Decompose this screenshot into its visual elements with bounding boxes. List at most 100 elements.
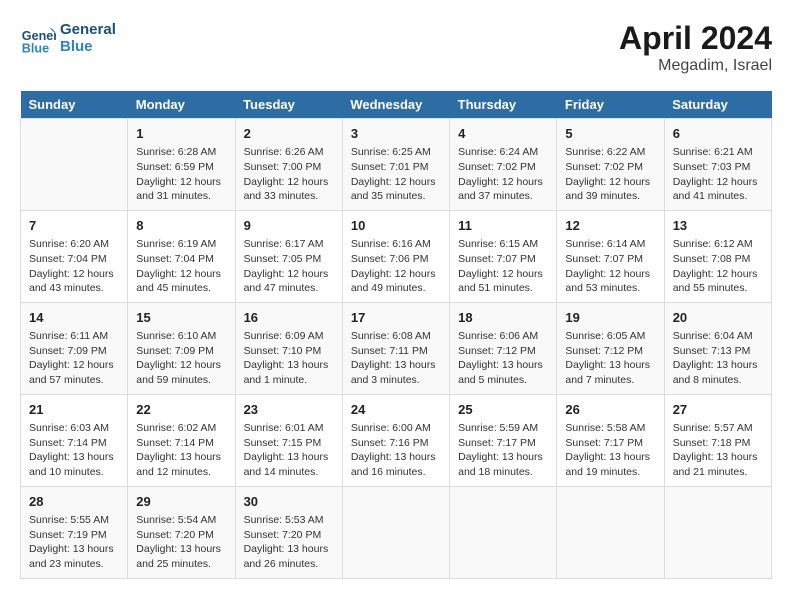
calendar-cell: 1 Sunrise: 6:28 AMSunset: 6:59 PMDaylight… bbox=[128, 119, 235, 211]
day-number: 18 bbox=[458, 309, 548, 327]
calendar-cell: 17Sunrise: 6:08 AMSunset: 7:11 PMDayligh… bbox=[342, 302, 449, 394]
day-number: 27 bbox=[673, 401, 763, 419]
day-of-week-header: Saturday bbox=[664, 91, 771, 119]
day-info: Sunrise: 6:09 AMSunset: 7:10 PMDaylight:… bbox=[244, 329, 334, 388]
calendar-cell: 3Sunrise: 6:25 AMSunset: 7:01 PMDaylight… bbox=[342, 119, 449, 211]
day-info: Sunrise: 5:55 AMSunset: 7:19 PMDaylight:… bbox=[29, 513, 119, 572]
day-info: Sunrise: 6:15 AMSunset: 7:07 PMDaylight:… bbox=[458, 237, 548, 296]
logo-icon: General Blue bbox=[20, 20, 56, 56]
day-info: Sunrise: 6:26 AMSunset: 7:00 PMDaylight:… bbox=[244, 145, 334, 204]
calendar-cell: 21 Sunrise: 6:03 AMSunset: 7:14 PMDayligh… bbox=[21, 394, 128, 486]
svg-text:Blue: Blue bbox=[22, 41, 49, 55]
day-number: 14 bbox=[29, 309, 119, 327]
day-number: 1 bbox=[136, 125, 226, 143]
day-number: 30 bbox=[244, 493, 334, 511]
day-info: Sunrise: 5:57 AMSunset: 7:18 PMDaylight:… bbox=[673, 421, 763, 480]
day-info: Sunrise: 6:03 AMSunset: 7:14 PMDaylight:… bbox=[29, 421, 119, 480]
calendar-week-row: 14 Sunrise: 6:11 AMSunset: 7:09 PMDayligh… bbox=[21, 302, 772, 394]
day-number: 21 bbox=[29, 401, 119, 419]
month-title: April 2024 bbox=[619, 20, 772, 57]
day-number: 23 bbox=[244, 401, 334, 419]
calendar-cell: 30 Sunrise: 5:53 AMSunset: 7:20 PMDayligh… bbox=[235, 486, 342, 578]
calendar-cell: 4 Sunrise: 6:24 AMSunset: 7:02 PMDaylight… bbox=[450, 119, 557, 211]
day-info: Sunrise: 6:17 AMSunset: 7:05 PMDaylight:… bbox=[244, 237, 334, 296]
day-number: 20 bbox=[673, 309, 763, 327]
day-number: 9 bbox=[244, 217, 334, 235]
day-number: 22 bbox=[136, 401, 226, 419]
calendar-cell bbox=[557, 486, 664, 578]
calendar-cell: 18 Sunrise: 6:06 AMSunset: 7:12 PMDayligh… bbox=[450, 302, 557, 394]
calendar-cell: 12 Sunrise: 6:14 AMSunset: 7:07 PMDayligh… bbox=[557, 210, 664, 302]
calendar-cell: 10 Sunrise: 6:16 AMSunset: 7:06 PMDayligh… bbox=[342, 210, 449, 302]
day-number: 5 bbox=[565, 125, 655, 143]
day-info: Sunrise: 5:54 AMSunset: 7:20 PMDaylight:… bbox=[136, 513, 226, 572]
day-number: 2 bbox=[244, 125, 334, 143]
logo: General Blue General Blue bbox=[20, 20, 116, 56]
logo-text-blue: Blue bbox=[60, 38, 116, 55]
day-info: Sunrise: 6:28 AMSunset: 6:59 PMDaylight:… bbox=[136, 145, 226, 204]
day-info: Sunrise: 6:05 AMSunset: 7:12 PMDaylight:… bbox=[565, 329, 655, 388]
calendar-cell: 6 Sunrise: 6:21 AMSunset: 7:03 PMDaylight… bbox=[664, 119, 771, 211]
day-info: Sunrise: 6:16 AMSunset: 7:06 PMDaylight:… bbox=[351, 237, 441, 296]
calendar-cell bbox=[21, 119, 128, 211]
calendar-cell: 8 Sunrise: 6:19 AMSunset: 7:04 PMDaylight… bbox=[128, 210, 235, 302]
day-info: Sunrise: 6:24 AMSunset: 7:02 PMDaylight:… bbox=[458, 145, 548, 204]
day-info: Sunrise: 6:06 AMSunset: 7:12 PMDaylight:… bbox=[458, 329, 548, 388]
calendar-cell: 19 Sunrise: 6:05 AMSunset: 7:12 PMDayligh… bbox=[557, 302, 664, 394]
day-number: 25 bbox=[458, 401, 548, 419]
day-info: Sunrise: 6:19 AMSunset: 7:04 PMDaylight:… bbox=[136, 237, 226, 296]
calendar-cell: 22 Sunrise: 6:02 AMSunset: 7:14 PMDayligh… bbox=[128, 394, 235, 486]
calendar-title-block: April 2024 Megadim, Israel bbox=[619, 20, 772, 75]
calendar-cell: 5Sunrise: 6:22 AMSunset: 7:02 PMDaylight… bbox=[557, 119, 664, 211]
calendar-cell: 25Sunrise: 5:59 AMSunset: 7:17 PMDayligh… bbox=[450, 394, 557, 486]
day-number: 26 bbox=[565, 401, 655, 419]
calendar-cell: 13Sunrise: 6:12 AMSunset: 7:08 PMDayligh… bbox=[664, 210, 771, 302]
calendar-cell: 9 Sunrise: 6:17 AMSunset: 7:05 PMDaylight… bbox=[235, 210, 342, 302]
day-info: Sunrise: 5:58 AMSunset: 7:17 PMDaylight:… bbox=[565, 421, 655, 480]
calendar-body: 1 Sunrise: 6:28 AMSunset: 6:59 PMDaylight… bbox=[21, 119, 772, 579]
calendar-week-row: 21 Sunrise: 6:03 AMSunset: 7:14 PMDayligh… bbox=[21, 394, 772, 486]
day-number: 4 bbox=[458, 125, 548, 143]
day-info: Sunrise: 6:00 AMSunset: 7:16 PMDaylight:… bbox=[351, 421, 441, 480]
calendar-cell: 24 Sunrise: 6:00 AMSunset: 7:16 PMDayligh… bbox=[342, 394, 449, 486]
day-info: Sunrise: 6:20 AMSunset: 7:04 PMDaylight:… bbox=[29, 237, 119, 296]
calendar-cell: 27 Sunrise: 5:57 AMSunset: 7:18 PMDayligh… bbox=[664, 394, 771, 486]
calendar-week-row: 1 Sunrise: 6:28 AMSunset: 6:59 PMDaylight… bbox=[21, 119, 772, 211]
location-title: Megadim, Israel bbox=[619, 57, 772, 75]
day-info: Sunrise: 6:02 AMSunset: 7:14 PMDaylight:… bbox=[136, 421, 226, 480]
calendar-cell: 16 Sunrise: 6:09 AMSunset: 7:10 PMDayligh… bbox=[235, 302, 342, 394]
day-number: 7 bbox=[29, 217, 119, 235]
calendar-cell: 20 Sunrise: 6:04 AMSunset: 7:13 PMDayligh… bbox=[664, 302, 771, 394]
day-number: 19 bbox=[565, 309, 655, 327]
calendar-cell: 23Sunrise: 6:01 AMSunset: 7:15 PMDayligh… bbox=[235, 394, 342, 486]
day-info: Sunrise: 6:21 AMSunset: 7:03 PMDaylight:… bbox=[673, 145, 763, 204]
day-of-week-header: Sunday bbox=[21, 91, 128, 119]
day-number: 28 bbox=[29, 493, 119, 511]
calendar-week-row: 7 Sunrise: 6:20 AMSunset: 7:04 PMDaylight… bbox=[21, 210, 772, 302]
calendar-cell: 7 Sunrise: 6:20 AMSunset: 7:04 PMDaylight… bbox=[21, 210, 128, 302]
day-number: 10 bbox=[351, 217, 441, 235]
day-number: 13 bbox=[673, 217, 763, 235]
day-number: 16 bbox=[244, 309, 334, 327]
day-info: Sunrise: 6:04 AMSunset: 7:13 PMDaylight:… bbox=[673, 329, 763, 388]
day-number: 29 bbox=[136, 493, 226, 511]
day-of-week-header: Tuesday bbox=[235, 91, 342, 119]
calendar-cell: 15Sunrise: 6:10 AMSunset: 7:09 PMDayligh… bbox=[128, 302, 235, 394]
day-number: 15 bbox=[136, 309, 226, 327]
logo-text-general: General bbox=[60, 21, 116, 38]
calendar-cell: 26 Sunrise: 5:58 AMSunset: 7:17 PMDayligh… bbox=[557, 394, 664, 486]
day-number: 24 bbox=[351, 401, 441, 419]
day-info: Sunrise: 6:11 AMSunset: 7:09 PMDaylight:… bbox=[29, 329, 119, 388]
calendar-cell: 2 Sunrise: 6:26 AMSunset: 7:00 PMDaylight… bbox=[235, 119, 342, 211]
day-number: 8 bbox=[136, 217, 226, 235]
day-number: 12 bbox=[565, 217, 655, 235]
day-of-week-header: Friday bbox=[557, 91, 664, 119]
calendar-header-row: SundayMondayTuesdayWednesdayThursdayFrid… bbox=[21, 91, 772, 119]
calendar-cell: 28 Sunrise: 5:55 AMSunset: 7:19 PMDayligh… bbox=[21, 486, 128, 578]
calendar-cell: 14 Sunrise: 6:11 AMSunset: 7:09 PMDayligh… bbox=[21, 302, 128, 394]
day-number: 11 bbox=[458, 217, 548, 235]
day-number: 6 bbox=[673, 125, 763, 143]
day-info: Sunrise: 6:14 AMSunset: 7:07 PMDaylight:… bbox=[565, 237, 655, 296]
calendar-table: SundayMondayTuesdayWednesdayThursdayFrid… bbox=[20, 91, 772, 579]
day-info: Sunrise: 5:53 AMSunset: 7:20 PMDaylight:… bbox=[244, 513, 334, 572]
